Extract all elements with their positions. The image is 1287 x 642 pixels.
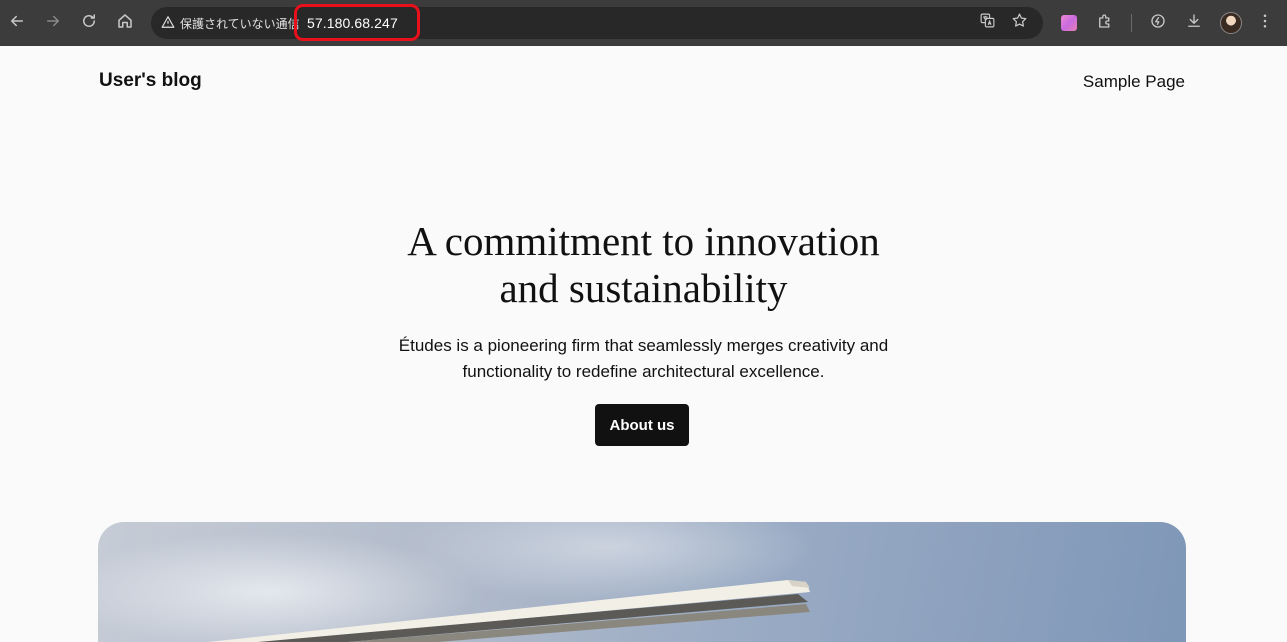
toolbar-divider <box>1131 14 1132 32</box>
reload-button[interactable] <box>74 8 104 38</box>
building-roof-shape <box>208 580 810 642</box>
forward-button[interactable] <box>38 8 68 38</box>
reload-icon <box>80 12 98 35</box>
download-button[interactable] <box>1183 12 1205 34</box>
star-icon <box>1011 12 1028 34</box>
hero-title: A commitment to innovation and sustainab… <box>0 218 1287 312</box>
hero-subtitle-line: functionality to redefine architectural … <box>462 362 825 381</box>
browser-toolbar: 保護されていない通信 57.180.68.247 <box>0 0 1287 46</box>
puzzle-icon <box>1096 12 1114 35</box>
back-arrow-icon <box>8 12 26 35</box>
download-icon <box>1185 12 1203 35</box>
performance-button[interactable] <box>1147 12 1169 34</box>
back-button[interactable] <box>2 8 32 38</box>
about-us-button[interactable]: About us <box>595 404 689 446</box>
extension-app-icon <box>1061 15 1077 31</box>
security-label: 保護されていない通信 <box>180 16 300 31</box>
address-bar[interactable]: 保護されていない通信 57.180.68.247 <box>151 4 1043 41</box>
hero-subtitle-line: Études is a pioneering firm that seamles… <box>398 336 889 355</box>
performance-icon <box>1149 12 1167 35</box>
hero-building-image <box>98 522 1186 642</box>
hero-title-line: A commitment to innovation <box>407 218 880 264</box>
bookmark-button[interactable] <box>1009 13 1029 33</box>
url-highlight-annotation <box>294 4 420 41</box>
home-icon <box>116 12 134 35</box>
translate-icon <box>979 12 996 34</box>
menu-button[interactable] <box>1254 12 1276 34</box>
kebab-menu-icon <box>1256 12 1274 35</box>
hero-subtitle: Études is a pioneering firm that seamles… <box>0 333 1287 385</box>
forward-arrow-icon <box>44 12 62 35</box>
extensions-button[interactable] <box>1094 12 1116 34</box>
page-content: User's blog Sample Page A commitment to … <box>0 46 1287 642</box>
site-title[interactable]: User's blog <box>99 70 202 92</box>
hero-title-line: and sustainability <box>499 265 788 311</box>
warning-triangle-icon <box>161 15 175 32</box>
home-button[interactable] <box>110 8 140 38</box>
extension-app-button[interactable] <box>1058 12 1080 34</box>
avatar[interactable] <box>1220 12 1242 34</box>
translate-button[interactable] <box>977 13 997 33</box>
security-indicator[interactable]: 保護されていない通信 <box>161 7 300 39</box>
nav-link-sample-page[interactable]: Sample Page <box>1083 72 1185 92</box>
